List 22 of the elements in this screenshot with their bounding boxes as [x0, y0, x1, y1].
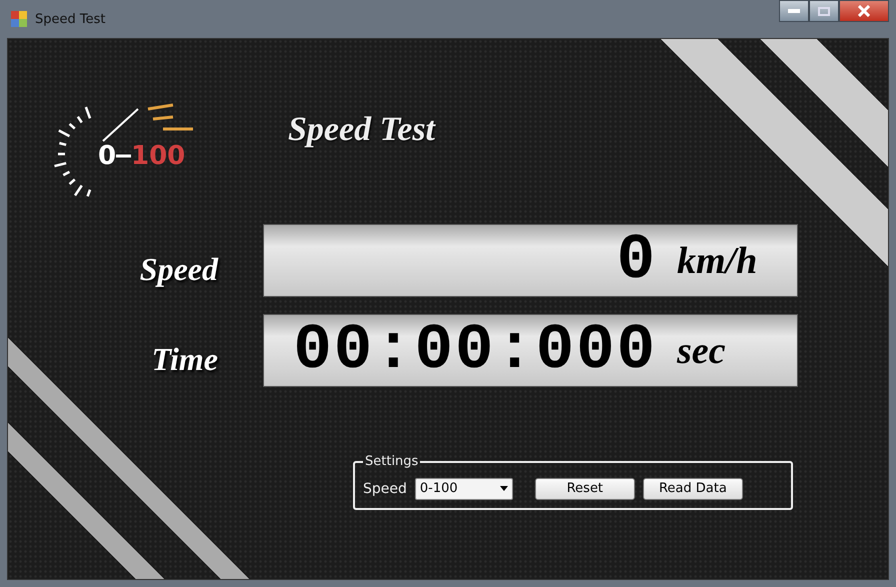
close-button[interactable] — [839, 0, 889, 22]
minimize-button[interactable] — [779, 0, 809, 22]
unit-label: km/h — [677, 238, 758, 282]
unit-label: sec — [677, 328, 727, 372]
group-title: Settings — [364, 454, 420, 469]
close-icon — [858, 5, 870, 17]
maximize-button[interactable] — [809, 0, 839, 22]
action-button[interactable]: Read Data — [642, 478, 743, 500]
speed-dropdown[interactable]: 0-100 — [414, 478, 513, 500]
readout-label: Speed — [138, 250, 220, 289]
speed-label: Speed — [363, 480, 407, 496]
speedometer-logo: 0 100 — [53, 79, 223, 199]
maximize-icon — [818, 6, 830, 16]
app-icon — [11, 11, 27, 27]
readout-label: Time — [150, 340, 219, 378]
lcd-digits: 0 — [616, 224, 657, 296]
minimize-icon — [788, 9, 800, 13]
action-button[interactable]: Reset — [534, 478, 635, 500]
lcd-digits: 00:00:000 — [293, 314, 657, 386]
app-heading: Speed Test — [287, 110, 437, 150]
caret-icon — [500, 486, 508, 491]
window-title: Speed Test — [35, 12, 106, 26]
